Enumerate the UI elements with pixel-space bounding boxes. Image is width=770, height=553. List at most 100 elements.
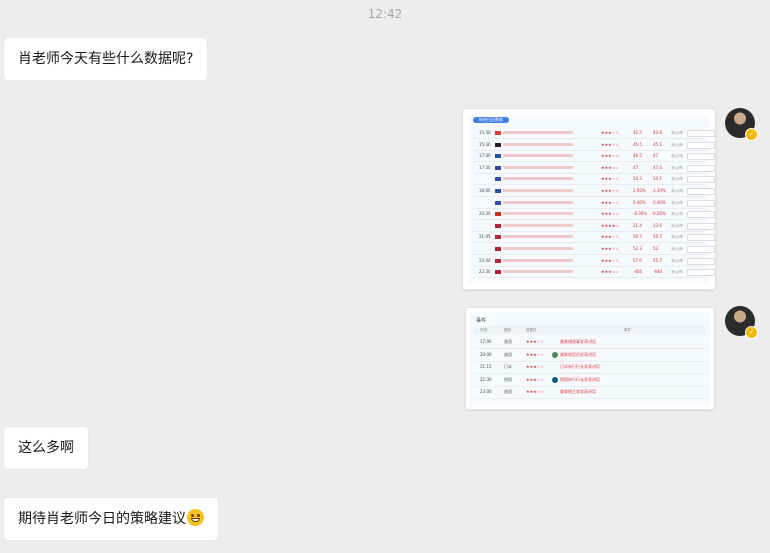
calendar-row: 17:30 ★★★☆☆ 47 47.6 未公布: [473, 162, 715, 174]
row-stars: ★★★☆☆: [601, 153, 619, 159]
sender-avatar[interactable]: ✓: [725, 306, 758, 339]
row-alert-button: [687, 141, 715, 149]
message-bubble-question[interactable]: 肖老师今天有些什么数据呢?: [4, 38, 208, 80]
row-time: 22:00: [479, 257, 491, 263]
col-header: 国家: [504, 328, 511, 332]
flag-icon: [495, 200, 501, 205]
calendar-header: 财经日历数据: [473, 117, 509, 123]
col-header: 时间: [480, 328, 487, 332]
row-previous: 0.40%: [633, 199, 646, 205]
event-row: 20:00 美国 ★★★☆☆ 美联储官员发表讲话: [474, 349, 706, 362]
row-forecast: -640: [653, 269, 663, 275]
verified-badge-icon: ✓: [745, 326, 758, 339]
row-forecast: 50.7: [653, 234, 662, 240]
row-actual: 未公布: [671, 153, 683, 159]
row-alert-button: [687, 164, 715, 172]
row-stars: ★★★☆☆: [601, 257, 619, 263]
calendar-row: 21:45 ★★★☆☆ 50.7 50.7 未公布: [473, 231, 715, 244]
row-actual: 未公布: [671, 234, 683, 240]
row-previous: 1.50%: [633, 188, 646, 193]
event-country: 美国: [504, 339, 512, 344]
row-forecast: 45.1: [653, 141, 662, 147]
row-indicator-bar: [503, 177, 573, 181]
row-actual: 未公布: [671, 130, 683, 135]
row-time: 17:30: [479, 164, 491, 170]
row-stars: ★★★☆☆: [601, 269, 619, 275]
calendar-image-message[interactable]: 财经日历数据 15:30 ★★★☆☆ 42.7 43.6 未公布 15:30 ★★★☆☆ 45…: [462, 108, 716, 290]
message-bubble-reply[interactable]: 这么多啊: [4, 427, 88, 469]
row-stars: ★★★☆☆: [601, 188, 619, 193]
row-indicator-bar: [503, 212, 573, 216]
row-forecast: 0.20%: [653, 211, 666, 217]
calendar-row: 20:30 ★★★☆☆ -0.30% 0.20% 未公布: [473, 208, 715, 221]
sender-avatar[interactable]: ✓: [725, 108, 758, 141]
row-stars: ★★★☆☆: [601, 246, 619, 251]
flag-icon: [495, 189, 501, 193]
message-bubble-expectation[interactable]: 期待肖老师今日的策略建议: [4, 498, 218, 540]
calendar-row: 15:30 ★★★☆☆ 42.7 43.6 未公布: [473, 127, 715, 139]
event-row: 23:00 美国 ★★★☆☆ 美联储主席发表讲话: [474, 386, 706, 399]
row-previous: 45.5: [633, 141, 642, 147]
row-actual: 未公布: [671, 222, 683, 228]
event-stars: ★★★☆☆: [526, 376, 544, 382]
row-time: 17:00: [479, 153, 491, 159]
calendar-row: 18:00 ★★★☆☆ 1.50% 2.30% 未公布: [473, 185, 715, 197]
event-country: 美国: [504, 351, 512, 357]
row-previous: 21.4: [633, 222, 642, 228]
speaker-avatar-icon: [552, 376, 558, 383]
calendar-row: 15:30 ★★★☆☆ 45.5 45.1 未公布: [473, 139, 715, 151]
row-alert-button: [687, 176, 715, 184]
event-text: 美联储理事发表讲话: [560, 339, 596, 344]
flag-icon: [495, 142, 501, 147]
message-text: 期待肖老师今日的策略建议: [18, 511, 186, 527]
event-time: 17:00: [480, 339, 492, 344]
row-previous: 52.3: [633, 246, 642, 251]
row-indicator-bar: [503, 200, 573, 204]
row-forecast: 2.30%: [653, 188, 666, 193]
events-image-message[interactable]: 事件 时间 国家 重要性 事件 17:00 美国 ★★★☆☆ 美联储理事发表讲话 20:…: [465, 307, 715, 410]
row-previous: 46.5: [633, 153, 642, 159]
row-time: 21:45: [479, 234, 491, 240]
row-actual: 未公布: [671, 257, 683, 263]
flag-icon: [495, 177, 501, 182]
event-time: 23:00: [480, 389, 492, 394]
row-stars: ★★★☆☆: [601, 141, 619, 147]
flag-icon: [495, 131, 501, 135]
row-stars: ★★★☆☆: [601, 234, 619, 240]
row-indicator-bar: [503, 270, 573, 274]
row-indicator-bar: [503, 235, 573, 239]
event-country: 美国: [504, 389, 512, 394]
row-forecast: 55.7: [653, 257, 662, 263]
flag-icon: [495, 235, 501, 240]
grin-emoji-icon: [187, 509, 204, 526]
row-previous: 54.3: [633, 176, 642, 182]
event-row: 21:15 日本 ★★★☆☆ 日本央行行长发表讲话: [474, 361, 706, 374]
row-previous: 42.7: [633, 130, 642, 135]
event-text: 美联储主席发表讲话: [560, 389, 596, 394]
verified-badge-icon: ✓: [745, 128, 758, 141]
row-alert-button: [687, 211, 715, 219]
event-row: 17:00 美国 ★★★☆☆ 美联储理事发表讲话: [474, 336, 706, 349]
event-text: 德国央行行长发表讲话: [560, 376, 600, 382]
event-row: 22:30 德国 ★★★☆☆ 德国央行行长发表讲话: [474, 374, 706, 387]
row-previous: 57.0: [633, 257, 642, 263]
calendar-row: 17:00 ★★★☆☆ 46.5 47 未公布: [473, 150, 715, 163]
event-time: 21:15: [480, 364, 492, 369]
row-previous: 47: [633, 164, 639, 170]
event-country: 日本: [504, 364, 512, 369]
row-alert-button: [687, 234, 715, 242]
row-stars: ★★★☆☆: [601, 176, 619, 182]
message-text: 肖老师今天有些什么数据呢?: [18, 51, 194, 67]
row-time: 20:30: [479, 211, 491, 217]
row-indicator-bar: [503, 131, 573, 134]
row-actual: 未公布: [671, 211, 683, 217]
row-alert-button: [687, 130, 715, 137]
row-forecast: 47: [653, 153, 659, 159]
flag-icon: [495, 212, 501, 217]
row-alert-button: [687, 199, 715, 207]
event-stars: ★★★☆☆: [526, 364, 544, 369]
row-actual: 未公布: [671, 188, 683, 193]
flag-icon: [495, 154, 501, 159]
calendar-row: 22:30 ★★★☆☆ -450 -640 未公布: [473, 266, 715, 279]
event-stars: ★★★☆☆: [526, 351, 544, 357]
